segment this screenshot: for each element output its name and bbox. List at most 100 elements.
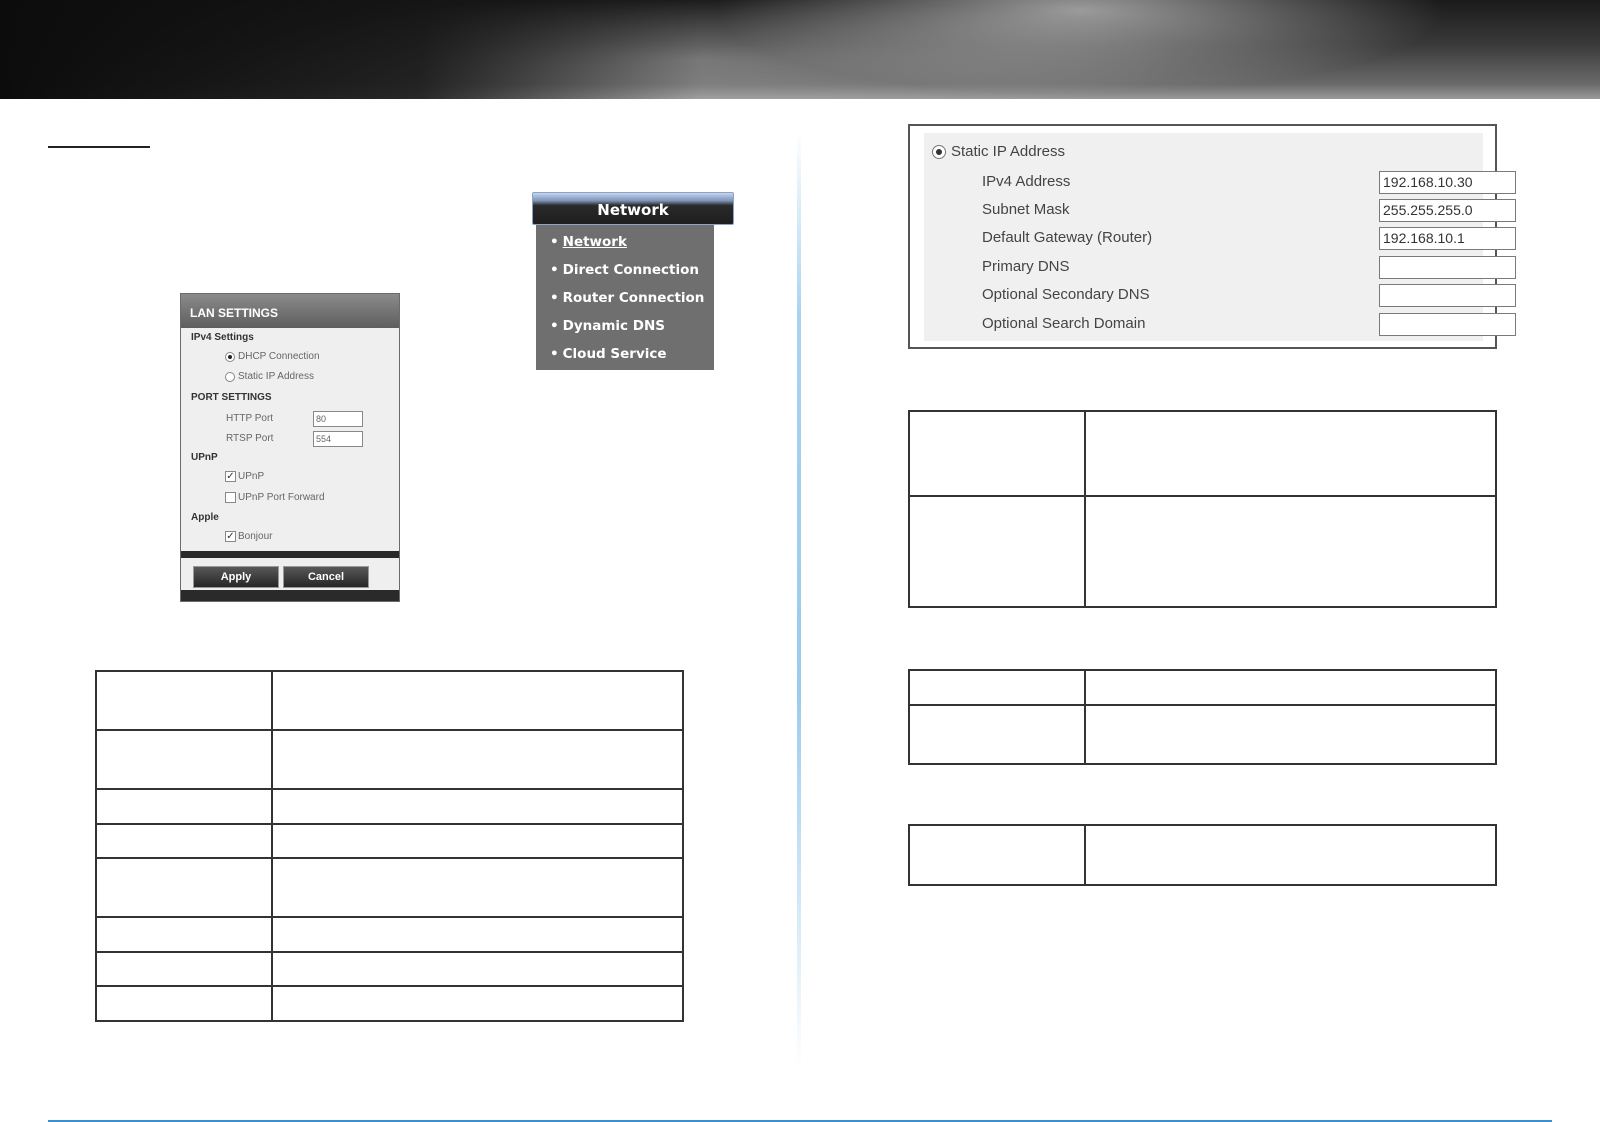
table-cell xyxy=(908,669,1086,706)
upnp-heading: UPnP xyxy=(191,452,218,463)
field-label: Default Gateway (Router) xyxy=(982,229,1153,246)
apple-settings-table xyxy=(908,824,1497,886)
lan-settings-footer: Apply Cancel xyxy=(181,551,399,601)
static-ip-frame: Static IP Address IPv4 Address 192.168.10… xyxy=(908,124,1516,349)
menu-item-cloud-service[interactable]: • Cloud Service xyxy=(536,340,714,368)
dhcp-connection-option[interactable]: DHCP Connection xyxy=(225,351,320,362)
page-divider xyxy=(797,130,801,1070)
field-label: Primary DNS xyxy=(982,258,1070,275)
table-cell xyxy=(271,670,684,731)
table-cell xyxy=(271,857,684,918)
network-menu-list: • Network • Direct Connection • Router Conn… xyxy=(536,225,714,370)
static-ip-option[interactable]: Static IP Address xyxy=(932,143,1065,160)
checkbox-icon[interactable] xyxy=(225,492,236,503)
field-label: Optional Search Domain xyxy=(982,315,1146,332)
subnet-mask-row: Subnet Mask 255.255.255.0 xyxy=(982,199,1516,223)
menu-item-label: Direct Connection xyxy=(562,262,699,278)
rtsp-port-label: RTSP Port xyxy=(226,433,274,444)
field-label: Optional Secondary DNS xyxy=(982,286,1150,303)
table-row xyxy=(95,951,684,987)
table-row xyxy=(95,729,684,790)
subnet-mask-input[interactable]: 255.255.255.0 xyxy=(1379,199,1516,222)
section-title-rule xyxy=(48,146,150,148)
table-cell xyxy=(908,824,1086,886)
bullet-icon: • xyxy=(550,290,559,306)
radio-icon[interactable] xyxy=(225,371,235,382)
bonjour-label: Bonjour xyxy=(238,531,273,542)
lan-settings-title: LAN SETTINGS xyxy=(181,294,399,328)
default-gateway-input[interactable]: 192.168.10.1 xyxy=(1379,227,1516,250)
menu-item-dynamic-dns[interactable]: • Dynamic DNS xyxy=(536,312,714,340)
table-cell xyxy=(95,823,273,859)
header-banner xyxy=(0,0,1600,99)
table-row xyxy=(908,669,1497,706)
table-cell xyxy=(271,985,684,1022)
table-cell xyxy=(908,704,1086,765)
network-menu-title: Network xyxy=(532,192,734,225)
menu-item-label: Network xyxy=(562,234,627,250)
table-row xyxy=(95,985,684,1022)
network-menu: Network • Network • Direct Connection • Rou… xyxy=(532,192,734,370)
menu-item-label: Dynamic DNS xyxy=(562,318,665,334)
rtsp-port-input[interactable]: 554 xyxy=(313,431,363,447)
bonjour-option[interactable]: ✓ Bonjour xyxy=(225,531,272,542)
bullet-icon: • xyxy=(550,346,559,362)
upnp-label: UPnP xyxy=(238,471,265,482)
dhcp-label: DHCP Connection xyxy=(238,351,320,362)
bullet-icon: • xyxy=(550,234,559,250)
static-ip-label: Static IP Address xyxy=(238,371,314,382)
menu-item-label: Cloud Service xyxy=(562,346,667,362)
static-ip-option[interactable]: Static IP Address xyxy=(225,371,314,382)
cancel-button[interactable]: Cancel xyxy=(283,566,369,588)
checkbox-checked-icon[interactable]: ✓ xyxy=(225,531,236,542)
upnp-option[interactable]: ✓ UPnP xyxy=(225,471,264,482)
table-row xyxy=(95,916,684,953)
http-port-input[interactable]: 80 xyxy=(313,411,363,427)
field-label: IPv4 Address xyxy=(982,173,1071,190)
banner-shade xyxy=(0,0,700,99)
table-cell xyxy=(95,985,273,1022)
table-cell xyxy=(271,788,684,825)
http-port-label: HTTP Port xyxy=(226,413,274,424)
apple-heading: Apple xyxy=(191,512,219,523)
search-domain-input[interactable] xyxy=(1379,313,1516,336)
port-settings-heading: PORT SETTINGS xyxy=(191,392,272,403)
table-row xyxy=(95,823,684,859)
secondary-dns-row: Optional Secondary DNS xyxy=(982,284,1516,308)
table-cell xyxy=(95,729,273,790)
bullet-icon: • xyxy=(550,318,559,334)
table-cell xyxy=(95,788,273,825)
primary-dns-input[interactable] xyxy=(1379,256,1516,279)
table-row xyxy=(95,670,684,731)
ipv4-address-input[interactable]: 192.168.10.30 xyxy=(1379,171,1516,194)
table-cell xyxy=(1084,669,1497,706)
table-cell xyxy=(271,823,684,859)
menu-item-network[interactable]: • Network xyxy=(536,228,714,256)
menu-item-direct-connection[interactable]: • Direct Connection xyxy=(536,256,714,284)
table-cell xyxy=(1084,495,1497,608)
checkbox-checked-icon[interactable]: ✓ xyxy=(225,471,236,482)
radio-selected-icon[interactable] xyxy=(932,144,946,159)
search-domain-row: Optional Search Domain xyxy=(982,313,1516,337)
table-cell xyxy=(1084,410,1497,497)
table-row xyxy=(95,788,684,825)
upnp-port-forward-option[interactable]: UPnP Port Forward xyxy=(225,492,325,503)
secondary-dns-input[interactable] xyxy=(1379,284,1516,307)
lan-settings-table xyxy=(95,670,684,1022)
table-row xyxy=(95,857,684,918)
table-row xyxy=(908,704,1497,765)
menu-item-router-connection[interactable]: • Router Connection xyxy=(536,284,714,312)
table-cell xyxy=(271,729,684,790)
radio-selected-icon[interactable] xyxy=(225,351,235,362)
static-ip-panel: Static IP Address IPv4 Address 192.168.10… xyxy=(924,133,1516,341)
upnp-forward-label: UPnP Port Forward xyxy=(238,492,325,503)
table-cell xyxy=(1084,704,1497,765)
field-label: Subnet Mask xyxy=(982,201,1070,218)
ipv4-address-row: IPv4 Address 192.168.10.30 xyxy=(982,171,1516,195)
apply-button[interactable]: Apply xyxy=(193,566,279,588)
table-row xyxy=(908,824,1497,886)
default-gateway-row: Default Gateway (Router) 192.168.10.1 xyxy=(982,227,1516,251)
table-cell xyxy=(95,916,273,953)
menu-item-label: Router Connection xyxy=(562,290,705,306)
table-cell xyxy=(908,495,1086,608)
